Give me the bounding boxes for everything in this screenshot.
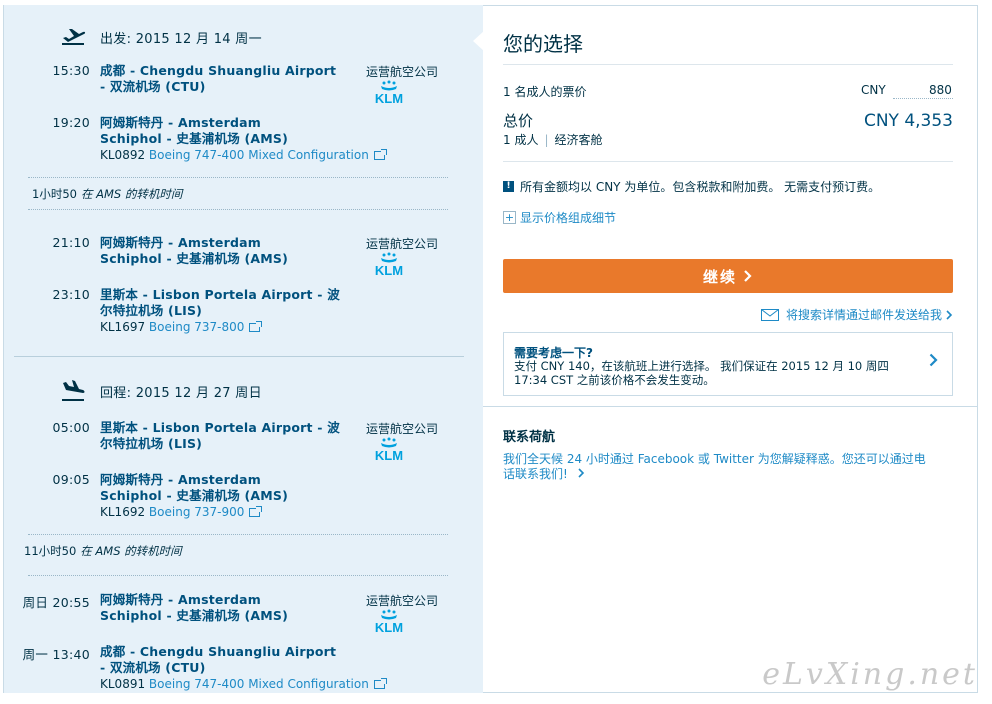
chevron-right-icon[interactable] xyxy=(578,468,585,478)
itinerary-panel: 出发: 2015 12 月 14 周一 15:30 成都 - Chengdu S… xyxy=(3,5,483,693)
arrival-day: 周一 xyxy=(22,647,49,662)
klm-logo-icon: KLM xyxy=(375,609,403,634)
svg-text:KLM: KLM xyxy=(375,448,403,462)
divider xyxy=(28,209,448,210)
per-adult-label: 1 名成人的票价 xyxy=(503,85,587,99)
aircraft-link[interactable]: Boeing 737-800 xyxy=(149,320,244,334)
cabin-class: 经济客舱 xyxy=(554,133,603,147)
departure-airport: 里斯本 - Lisbon Portela Airport - 波尔特拉机场 (L… xyxy=(100,420,340,451)
hold-text: 支付 CNY 140，在该航班上进行选择。 我们保证在 2015 12 月 10… xyxy=(514,359,889,387)
flight-number: KL0891 xyxy=(100,677,146,691)
price-hold-box[interactable]: 需要考虑一下? 支付 CNY 140，在该航班上进行选择。 我们保证在 2015… xyxy=(503,332,953,396)
booking-summary-panel: 您的选择 1 名成人的票价 CNY 880 总价 1 成人 | 经济客舱 CNY 4… xyxy=(473,5,978,693)
envelope-icon xyxy=(760,308,779,321)
arrival-time: 周一 13:40 xyxy=(22,647,90,662)
flight-info: KL1697 Boeing 737-800 xyxy=(100,320,263,334)
expand-plus-icon[interactable]: + xyxy=(503,211,516,224)
svg-text:KLM: KLM xyxy=(375,620,403,634)
flight-number: KL1692 xyxy=(100,505,146,519)
chevron-right-icon xyxy=(744,270,752,282)
departure-time: 21:10 xyxy=(52,235,90,250)
layover-text: 在 AMS 的转机时间 xyxy=(80,544,182,558)
flight-info: KL1692 Boeing 737-900 xyxy=(100,505,263,519)
arrival-time: 23:10 xyxy=(52,287,90,302)
aircraft-link[interactable]: Boeing 747-400 Mixed Configuration xyxy=(149,677,369,691)
dotted-leader xyxy=(893,98,953,99)
email-search-link[interactable]: 将搜索详情通过邮件发送给我 xyxy=(760,306,953,323)
summary-title: 您的选择 xyxy=(503,32,583,56)
currency-notice: ! 所有金额均以 CNY 为单位。包含税款和附加费。 无需支付预订费。 xyxy=(503,178,880,195)
flight-info: KL0891 Boeing 747-400 Mixed Configuratio… xyxy=(100,677,387,691)
arrival-time: 19:20 xyxy=(52,115,90,130)
divider xyxy=(28,575,448,576)
external-link-icon[interactable] xyxy=(373,678,387,689)
layover-duration: 1小时50 xyxy=(32,187,77,201)
klm-logo-icon: KLM xyxy=(375,80,403,105)
arrival-airport: 里斯本 - Lisbon Portela Airport - 波尔特拉机场 (L… xyxy=(100,287,340,318)
arrival-airport: 阿姆斯特丹 - Amsterdam Schiphol - 史基浦机场 (AMS) xyxy=(100,115,289,146)
flight-number: KL1697 xyxy=(100,320,146,334)
departure-time: 周日 20:55 xyxy=(22,595,90,610)
layover-info: 11小时50 在 AMS 的转机时间 xyxy=(24,543,182,559)
operator-label: 运营航空公司 xyxy=(365,65,438,79)
departure-airport: 阿姆斯特丹 - Amsterdam Schiphol - 史基浦机场 (AMS) xyxy=(100,235,289,266)
price-breakdown-toggle[interactable]: + 显示价格组成细节 xyxy=(503,209,616,226)
chevron-right-icon xyxy=(946,309,953,320)
total-price: CNY 4,353 xyxy=(863,111,953,131)
section-divider xyxy=(14,356,464,357)
passenger-count: 1 成人 xyxy=(503,133,539,147)
continue-button[interactable]: 继续 xyxy=(503,259,953,293)
departure-day: 周日 xyxy=(22,595,49,610)
layover-duration: 11小时50 xyxy=(24,544,77,558)
operator-label: 运营航空公司 xyxy=(365,422,438,436)
arrival-time: 09:05 xyxy=(52,472,90,487)
watermark-text: eLvXing.net xyxy=(762,657,978,692)
svg-text:KLM: KLM xyxy=(375,91,403,105)
departure-plane-icon xyxy=(62,29,86,45)
chevron-right-icon[interactable] xyxy=(929,353,938,367)
per-adult-amount: 880 xyxy=(929,83,952,97)
arrival-airport: 成都 - Chengdu Shuangliu Airport - 双流机场 (C… xyxy=(100,644,337,675)
external-link-icon[interactable] xyxy=(373,149,387,160)
flight-number: KL0892 xyxy=(100,148,146,162)
arrival-airport: 阿姆斯特丹 - Amsterdam Schiphol - 史基浦机场 (AMS) xyxy=(100,472,289,503)
per-adult-currency: CNY xyxy=(861,83,886,97)
svg-text:KLM: KLM xyxy=(375,263,403,277)
return-date: 回程: 2015 12 月 27 周日 xyxy=(100,385,262,401)
operator-label: 运营航空公司 xyxy=(365,594,438,608)
divider xyxy=(28,177,448,178)
layover-info: 1小时50 在 AMS 的转机时间 xyxy=(32,186,182,202)
passenger-cabin: 1 成人 | 经济客舱 xyxy=(503,133,603,147)
operator-label: 运营航空公司 xyxy=(365,237,438,251)
aircraft-link[interactable]: Boeing 737-900 xyxy=(149,505,244,519)
panel-pointer-icon xyxy=(473,30,485,52)
klm-logo-icon: KLM xyxy=(375,437,403,462)
contact-text[interactable]: 我们全天候 24 小时通过 Facebook 或 Twitter 为您解疑释惑。… xyxy=(503,452,933,482)
outbound-date: 出发: 2015 12 月 14 周一 xyxy=(100,31,262,47)
divider xyxy=(28,534,448,535)
aircraft-link[interactable]: Boeing 747-400 Mixed Configuration xyxy=(149,148,369,162)
external-link-icon[interactable] xyxy=(249,321,263,332)
flight-info: KL0892 Boeing 747-400 Mixed Configuratio… xyxy=(100,148,387,162)
outbound-header: 出发: 2015 12 月 14 周一 xyxy=(60,25,262,49)
departure-airport: 成都 - Chengdu Shuangliu Airport - 双流机场 (C… xyxy=(100,63,337,94)
departure-time: 05:00 xyxy=(52,420,90,435)
divider xyxy=(503,161,953,162)
info-alert-icon: ! xyxy=(503,181,514,192)
external-link-icon[interactable] xyxy=(249,506,263,517)
contact-title: 联系荷航 xyxy=(503,430,556,445)
departure-airport: 阿姆斯特丹 - Amsterdam Schiphol - 史基浦机场 (AMS) xyxy=(100,592,289,623)
divider xyxy=(503,64,953,65)
total-label: 总价 xyxy=(503,112,534,130)
departure-time: 15:30 xyxy=(52,63,90,78)
layover-text: 在 AMS 的转机时间 xyxy=(80,187,183,201)
return-header: 回程: 2015 12 月 27 周日 xyxy=(60,379,262,403)
arrival-plane-icon xyxy=(62,380,85,401)
section-divider xyxy=(483,406,978,407)
klm-logo-icon: KLM xyxy=(375,252,403,277)
